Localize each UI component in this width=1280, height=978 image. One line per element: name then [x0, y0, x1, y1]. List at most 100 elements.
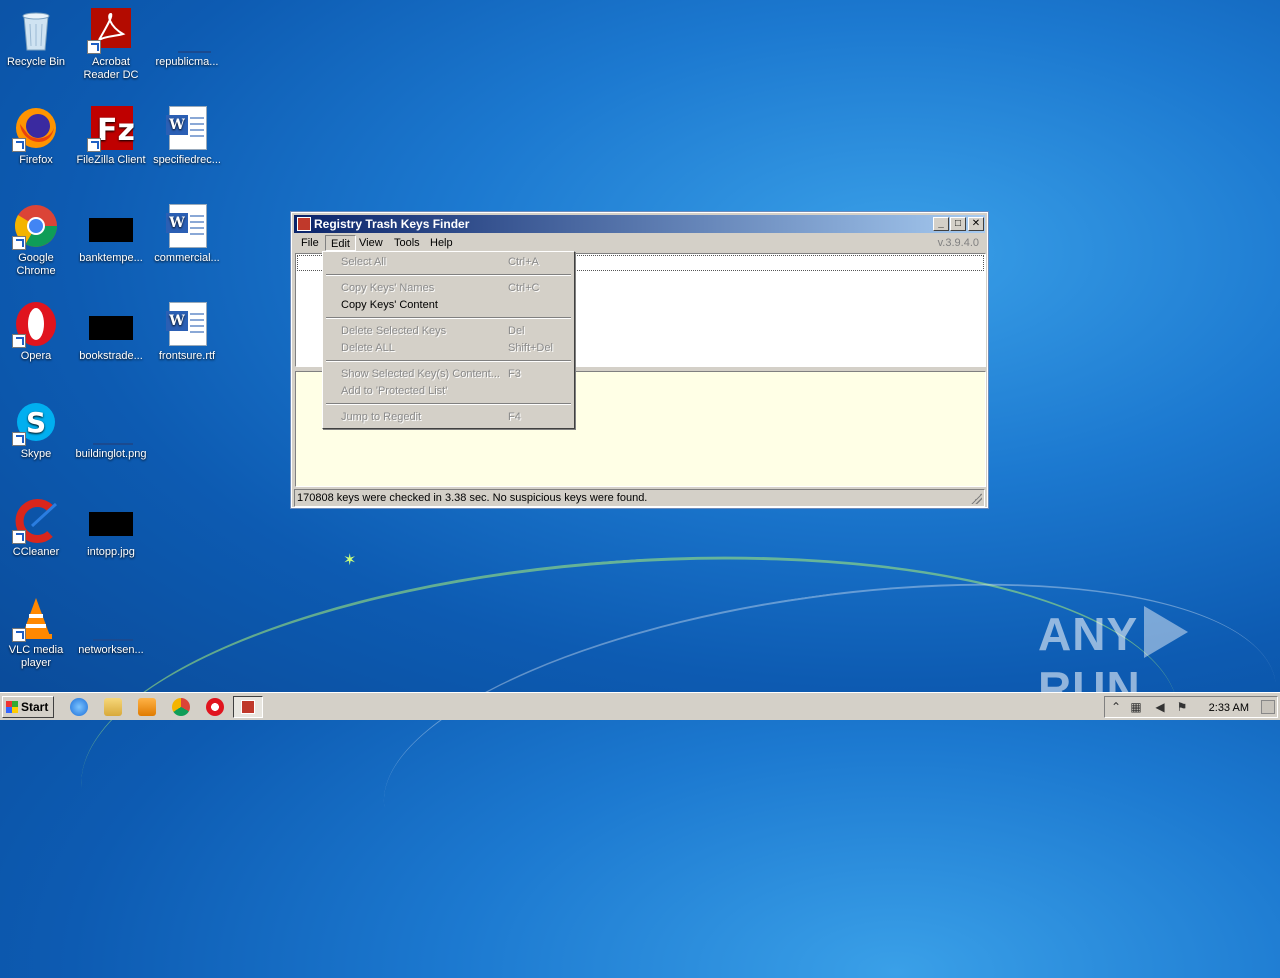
desktop-icon-label: buildinglot.png	[75, 448, 147, 460]
image-file-icon	[87, 202, 135, 250]
menu-separator	[326, 360, 571, 362]
svg-text:S: S	[26, 406, 46, 439]
watermark-text-left: ANY	[1038, 608, 1139, 660]
desktop-icon-republicma[interactable]: republicma...	[149, 6, 225, 69]
menu-item-label: Copy Keys' Names	[341, 282, 435, 294]
menu-tools[interactable]: Tools	[389, 235, 425, 251]
menu-item-select-all[interactable]: Select All Ctrl+A	[325, 254, 572, 271]
resize-grip-icon[interactable]	[971, 493, 982, 504]
shortcut-arrow-icon	[12, 432, 26, 446]
menu-item-add-to-protected-list[interactable]: Add to 'Protected List'	[325, 383, 572, 400]
maximize-button[interactable]: □	[950, 217, 966, 231]
opera-taskbar-icon[interactable]	[206, 698, 224, 716]
desktop-icon-ccleaner[interactable]: CCleaner	[0, 496, 74, 559]
menu-separator	[326, 403, 571, 405]
desktop-icon-chrome[interactable]: Google Chrome	[0, 202, 74, 278]
show-desktop-button[interactable]	[1261, 700, 1275, 714]
desktop-icon-label: FileZilla Client	[76, 154, 146, 166]
desktop-icon-recycle-bin[interactable]: Recycle Bin	[0, 6, 74, 69]
word-doc-icon: W	[163, 300, 211, 348]
action-center-flag-icon[interactable]: ⚑	[1175, 700, 1189, 714]
menu-item-shortcut: F4	[508, 411, 521, 423]
opera-icon	[12, 300, 60, 348]
desktop-icon-firefox[interactable]: Firefox	[0, 104, 74, 167]
word-doc-icon: W	[163, 104, 211, 152]
desktop-icon-banktempe[interactable]: banktempe...	[73, 202, 149, 265]
status-text: 170808 keys were checked in 3.38 sec. No…	[297, 492, 648, 504]
menu-item-shortcut: Ctrl+C	[508, 282, 540, 294]
desktop-icon-frontsure[interactable]: W frontsure.rtf	[149, 300, 225, 363]
desktop-icon-label: commercial...	[154, 252, 220, 264]
menu-item-label: Show Selected Key(s) Content...	[341, 368, 500, 380]
shortcut-arrow-icon	[12, 628, 26, 642]
desktop-icon-label: VLC media player	[8, 644, 64, 669]
shortcut-arrow-icon	[12, 138, 26, 152]
desktop-icon-specifiedrec[interactable]: W specifiedrec...	[149, 104, 225, 167]
menu-item-jump-to-regedit[interactable]: Jump to Regedit F4	[325, 409, 572, 426]
menu-item-shortcut: F3	[508, 368, 521, 380]
edit-menu-dropdown: Select All Ctrl+A Copy Keys' Names Ctrl+…	[322, 251, 575, 429]
svg-text:Fz: Fz	[97, 113, 135, 148]
menu-item-delete-all[interactable]: Delete ALL Shift+Del	[325, 340, 572, 357]
wallpaper-spark-icon: ✶	[343, 552, 357, 569]
menu-item-shortcut: Shift+Del	[508, 342, 553, 354]
menu-help[interactable]: Help	[425, 235, 458, 251]
desktop-icon-skype[interactable]: S Skype	[0, 398, 74, 461]
file-icon	[163, 6, 221, 54]
menu-item-label: Select All	[341, 256, 387, 268]
start-button[interactable]: Start	[2, 696, 54, 718]
desktop-icon-acrobat[interactable]: Acrobat Reader DC	[73, 6, 149, 82]
menu-view[interactable]: View	[354, 235, 388, 251]
shortcut-arrow-icon	[87, 40, 101, 54]
menu-separator	[326, 317, 571, 319]
image-file-icon	[87, 300, 135, 348]
volume-icon[interactable]: ◀	[1153, 700, 1167, 714]
desktop-icon-label: Recycle Bin	[6, 56, 66, 68]
desktop-icon-label: banktempe...	[79, 252, 143, 264]
desktop-icon-vlc[interactable]: VLC media player	[0, 594, 74, 670]
desktop-icon-filezilla[interactable]: Fz FileZilla Client	[73, 104, 149, 167]
shortcut-arrow-icon	[87, 138, 101, 152]
desktop-icon-label: Opera	[20, 350, 52, 362]
ccleaner-icon	[12, 496, 60, 544]
desktop-icon-bookstrade[interactable]: bookstrade...	[73, 300, 149, 363]
desktop-icon-buildinglot[interactable]: buildinglot.png	[73, 398, 149, 461]
title-bar[interactable]: Registry Trash Keys Finder _ □ ✕	[294, 215, 985, 233]
version-label: v.3.9.4.0	[937, 237, 979, 249]
menu-item-label: Jump to Regedit	[341, 411, 422, 423]
menu-item-show-selected-content[interactable]: Show Selected Key(s) Content... F3	[325, 366, 572, 383]
media-player-icon[interactable]	[138, 698, 156, 716]
firefox-icon	[12, 104, 60, 152]
menu-file[interactable]: File	[296, 235, 324, 251]
app-icon	[297, 217, 311, 231]
file-explorer-icon[interactable]	[104, 698, 122, 716]
network-icon[interactable]: ▦	[1129, 700, 1143, 714]
close-button[interactable]: ✕	[968, 217, 984, 231]
internet-explorer-icon[interactable]	[70, 698, 88, 716]
desktop-icon-label: intopp.jpg	[87, 546, 135, 558]
desktop-icon-label: republicma...	[155, 56, 219, 68]
desktop-icon-intopp[interactable]: intopp.jpg	[73, 496, 149, 559]
desktop-icon-commercial[interactable]: W commercial...	[149, 202, 225, 265]
menu-separator	[326, 274, 571, 276]
menu-edit[interactable]: Edit	[325, 235, 356, 251]
taskbar: Start ⌃ ▦ ◀ ⚑ 2:33 AM	[0, 692, 1280, 720]
desktop-icon-label: specifiedrec...	[153, 154, 221, 166]
desktop-icon-label: bookstrade...	[79, 350, 143, 362]
show-hidden-icons-icon[interactable]: ⌃	[1109, 700, 1123, 714]
menu-item-copy-keys-content[interactable]: Copy Keys' Content	[325, 297, 572, 314]
clock[interactable]: 2:33 AM	[1209, 697, 1249, 719]
desktop-icon-networksen[interactable]: networksen...	[73, 594, 149, 657]
desktop-icon-label: Google Chrome	[16, 252, 56, 277]
start-label: Start	[21, 700, 49, 714]
play-triangle-icon	[1144, 606, 1189, 658]
menu-item-delete-selected-keys[interactable]: Delete Selected Keys Del	[325, 323, 572, 340]
menu-item-copy-keys-names[interactable]: Copy Keys' Names Ctrl+C	[325, 280, 572, 297]
minimize-button[interactable]: _	[933, 217, 949, 231]
desktop-icon-label: frontsure.rtf	[158, 350, 216, 362]
chrome-taskbar-icon[interactable]	[172, 698, 190, 716]
taskbar-app-registry-trash-keys-finder[interactable]	[233, 696, 263, 718]
desktop-icon-label: Skype	[20, 448, 52, 460]
acrobat-icon	[87, 6, 135, 54]
desktop-icon-opera[interactable]: Opera	[0, 300, 74, 363]
